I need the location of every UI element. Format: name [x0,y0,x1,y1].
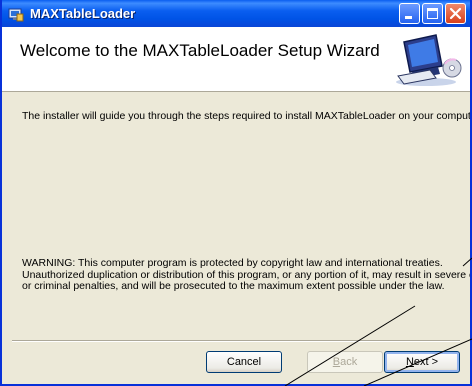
callout-lines [284,257,472,386]
